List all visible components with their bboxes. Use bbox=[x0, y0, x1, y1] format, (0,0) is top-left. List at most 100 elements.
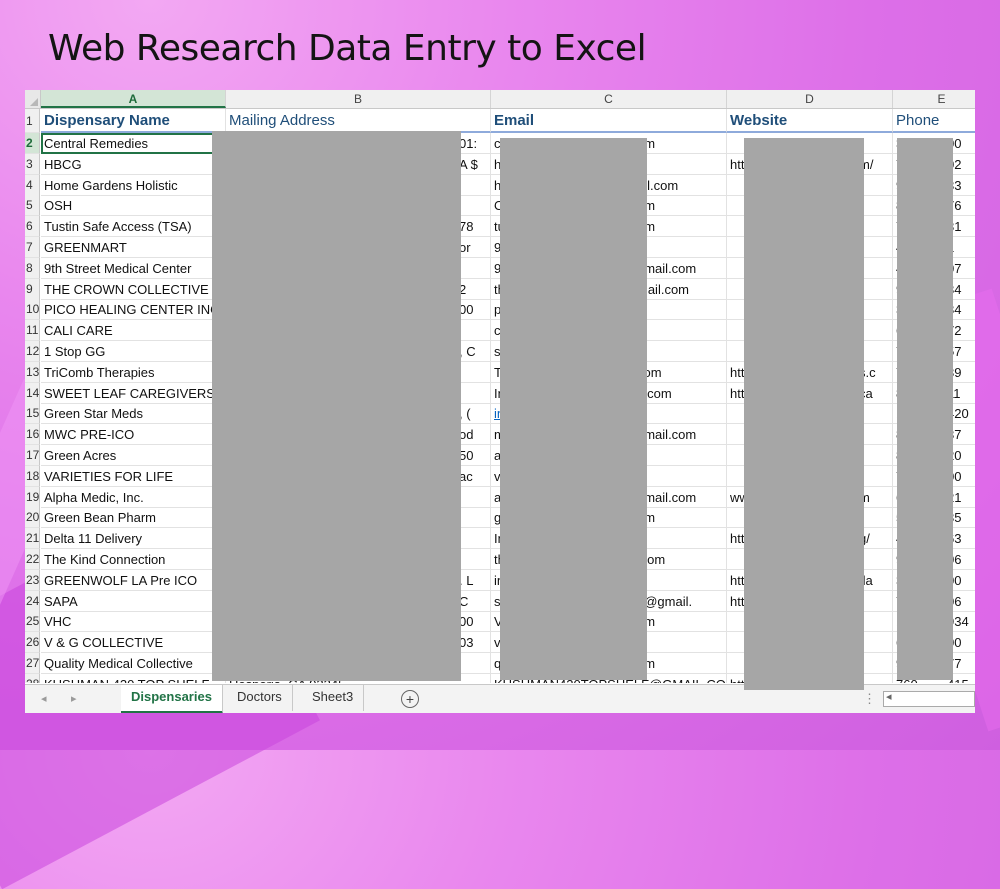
column-title-cell[interactable]: Website bbox=[727, 109, 893, 133]
email-cell-tail[interactable]: m bbox=[637, 320, 727, 342]
dispensary-name-cell[interactable]: Quality Medical Collective bbox=[41, 653, 226, 674]
website-cell-tail[interactable]: g/ bbox=[859, 528, 893, 550]
row-header[interactable]: 12 bbox=[25, 341, 40, 362]
tab-scroll-left-icon[interactable]: ◂ bbox=[41, 692, 47, 705]
website-cell-tail[interactable]: / bbox=[859, 590, 893, 612]
website-cell-tail[interactable] bbox=[859, 216, 893, 238]
dispensary-name-cell[interactable]: PICO HEALING CENTER INC bbox=[41, 299, 226, 321]
row-header[interactable]: 17 bbox=[25, 445, 40, 466]
email-cell-tail[interactable] bbox=[637, 569, 727, 591]
dispensary-name-cell[interactable]: THE CROWN COLLECTIVE bbox=[41, 278, 226, 300]
address-cell-tail[interactable]: 00 bbox=[459, 299, 491, 321]
website-cell-tail[interactable] bbox=[859, 403, 893, 425]
more-options-icon[interactable]: ⋮ bbox=[863, 691, 876, 707]
dispensary-name-cell[interactable]: Green Star Meds bbox=[41, 403, 226, 425]
address-cell-tail[interactable] bbox=[459, 507, 491, 529]
row-header[interactable]: 20 bbox=[25, 507, 40, 529]
address-cell-tail[interactable] bbox=[459, 320, 491, 342]
dispensary-name-cell[interactable]: GREENWOLF LA Pre ICO bbox=[41, 569, 226, 591]
website-cell-tail[interactable] bbox=[859, 507, 893, 529]
add-sheet-icon[interactable]: + bbox=[401, 690, 419, 708]
email-cell-tail[interactable] bbox=[637, 403, 727, 425]
dispensary-name-cell[interactable]: The Kind Connection bbox=[41, 549, 226, 570]
address-cell-tail[interactable]: 50 bbox=[459, 445, 491, 466]
dispensary-name-cell[interactable]: Alpha Medic, Inc. bbox=[41, 486, 226, 508]
tab-doctors[interactable]: Doctors bbox=[227, 685, 293, 711]
email-cell-tail[interactable] bbox=[637, 528, 727, 550]
website-cell-tail[interactable]: m/ bbox=[859, 153, 893, 175]
email-cell-tail[interactable] bbox=[637, 341, 727, 362]
row-header[interactable]: 1 bbox=[25, 109, 40, 133]
website-cell-tail[interactable] bbox=[859, 611, 893, 633]
row-header[interactable]: 10 bbox=[25, 299, 40, 321]
column-header-a[interactable]: A bbox=[41, 90, 226, 108]
address-cell-tail[interactable] bbox=[459, 361, 491, 383]
address-cell-tail[interactable]: 78 bbox=[459, 216, 491, 238]
email-cell-tail[interactable]: om bbox=[637, 133, 727, 154]
website-cell-tail[interactable] bbox=[859, 632, 893, 654]
row-header[interactable]: 5 bbox=[25, 195, 40, 217]
row-header[interactable]: 7 bbox=[25, 237, 40, 258]
website-cell-tail[interactable] bbox=[859, 320, 893, 342]
email-cell-tail[interactable]: gmail.com bbox=[637, 424, 727, 446]
address-cell-tail[interactable] bbox=[459, 195, 491, 217]
dispensary-name-cell[interactable]: Green Bean Pharm bbox=[41, 507, 226, 529]
address-cell-tail[interactable] bbox=[459, 653, 491, 674]
email-cell-tail[interactable] bbox=[637, 153, 727, 175]
dispensary-name-cell[interactable]: MWC PRE-ICO bbox=[41, 424, 226, 446]
row-header[interactable]: 16 bbox=[25, 424, 40, 446]
website-cell-tail[interactable] bbox=[859, 465, 893, 487]
column-header-e[interactable]: E bbox=[893, 90, 975, 108]
website-cell-tail[interactable] bbox=[859, 653, 893, 674]
row-header[interactable]: 26 bbox=[25, 632, 40, 654]
email-cell-tail[interactable] bbox=[637, 299, 727, 321]
address-cell-tail[interactable]: . L bbox=[459, 569, 491, 591]
row-header[interactable]: 9 bbox=[25, 278, 40, 300]
email-cell-tail[interactable] bbox=[637, 237, 727, 258]
address-cell-tail[interactable]: C bbox=[459, 590, 491, 612]
website-cell-tail[interactable]: m bbox=[859, 486, 893, 508]
column-title-cell[interactable]: Dispensary Name bbox=[41, 109, 226, 133]
dispensary-name-cell[interactable]: CALI CARE bbox=[41, 320, 226, 342]
dispensary-name-cell[interactable]: KUSHMAN 420 TOP SHELF bbox=[41, 673, 226, 683]
dispensary-name-cell[interactable]: VARIETIES FOR LIFE bbox=[41, 465, 226, 487]
row-header[interactable]: 18 bbox=[25, 465, 40, 487]
address-cell-tail[interactable]: 01: bbox=[459, 133, 491, 154]
address-cell-tail[interactable]: , ( bbox=[459, 403, 491, 425]
dispensary-name-cell[interactable]: Home Gardens Holistic bbox=[41, 174, 226, 196]
row-header[interactable]: 6 bbox=[25, 216, 40, 238]
row-header[interactable]: 14 bbox=[25, 382, 40, 404]
address-cell-tail[interactable] bbox=[459, 673, 491, 683]
address-cell-tail[interactable]: or bbox=[459, 237, 491, 258]
website-cell-tail[interactable] bbox=[859, 278, 893, 300]
website-cell-tail[interactable] bbox=[859, 673, 893, 683]
email-cell-tail[interactable]: .com bbox=[637, 549, 727, 570]
column-header-c[interactable]: C bbox=[491, 90, 727, 108]
email-cell-tail[interactable]: com bbox=[637, 361, 727, 383]
column-header-b[interactable]: B bbox=[226, 90, 491, 108]
dispensary-name-cell[interactable]: GREENMART bbox=[41, 237, 226, 258]
column-title-cell[interactable]: Mailing Address bbox=[226, 109, 491, 133]
dispensary-name-cell[interactable]: TriComb Therapies bbox=[41, 361, 226, 383]
email-cell-tail[interactable]: ail.com bbox=[637, 174, 727, 196]
address-cell-tail[interactable] bbox=[459, 174, 491, 196]
row-header[interactable]: 24 bbox=[25, 590, 40, 612]
dispensary-name-cell[interactable]: HBCG bbox=[41, 153, 226, 175]
address-cell-tail[interactable]: ac bbox=[459, 465, 491, 487]
website-cell-tail[interactable] bbox=[859, 299, 893, 321]
row-header[interactable]: 4 bbox=[25, 174, 40, 196]
tab-dispensaries[interactable]: Dispensaries bbox=[121, 685, 223, 713]
website-cell-tail[interactable] bbox=[859, 445, 893, 466]
address-cell-tail[interactable]: 03 bbox=[459, 632, 491, 654]
website-cell-tail[interactable] bbox=[859, 195, 893, 217]
row-header[interactable]: 13 bbox=[25, 361, 40, 383]
dispensary-name-cell[interactable]: V & G COLLECTIVE bbox=[41, 632, 226, 654]
website-cell-tail[interactable] bbox=[859, 133, 893, 154]
email-cell-tail[interactable]: om bbox=[637, 507, 727, 529]
row-header[interactable]: 21 bbox=[25, 528, 40, 550]
website-cell-tail[interactable]: ca bbox=[859, 382, 893, 404]
website-cell-tail[interactable] bbox=[859, 549, 893, 570]
website-cell-tail[interactable]: .la bbox=[859, 569, 893, 591]
tab-sheet3[interactable]: Sheet3 bbox=[302, 685, 365, 711]
row-header[interactable]: 8 bbox=[25, 257, 40, 279]
